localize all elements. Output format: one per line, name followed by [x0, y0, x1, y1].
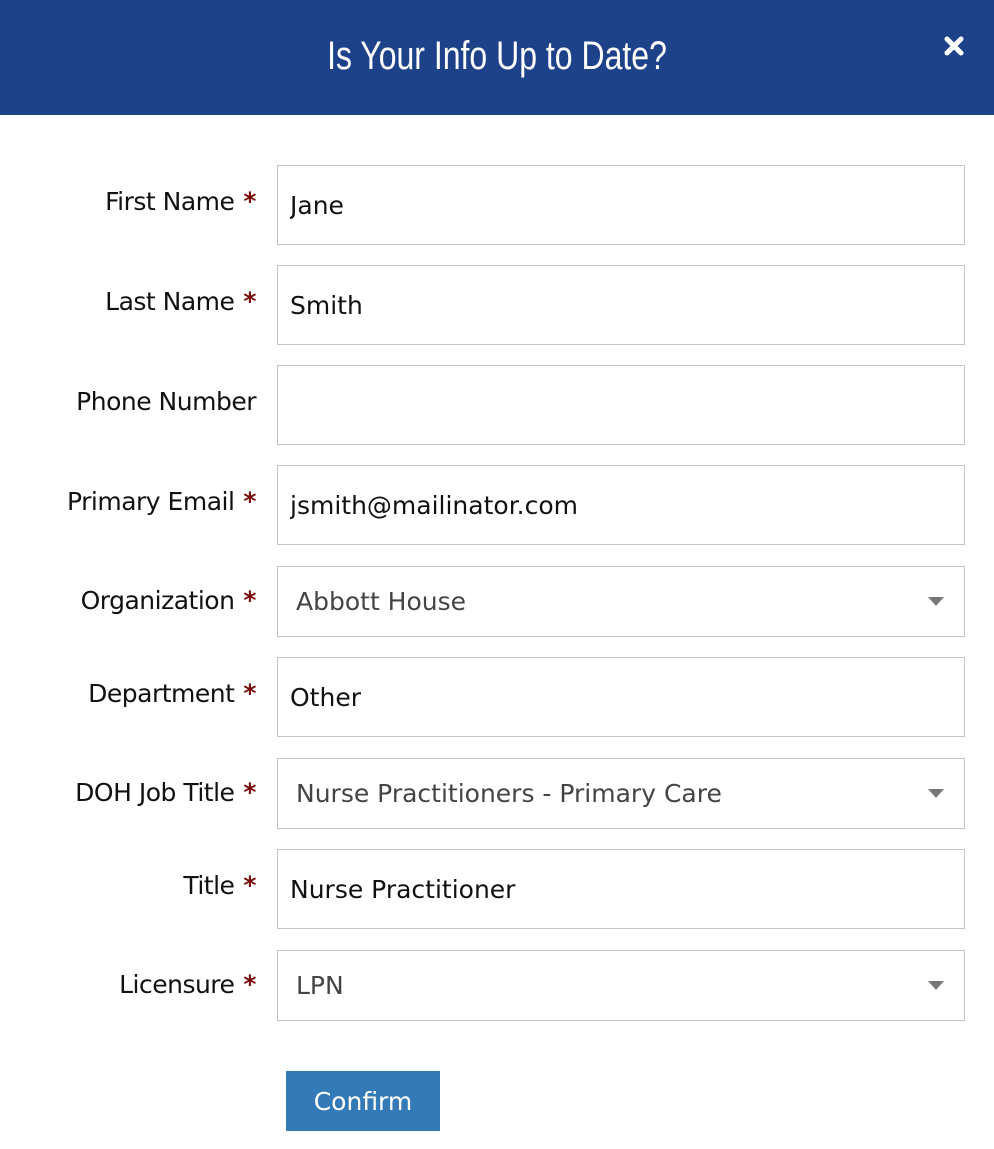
primary-email-input[interactable]: [277, 465, 965, 545]
title-row: Title *: [0, 849, 994, 929]
doh-job-title-selected-value: Nurse Practitioners - Primary Care: [296, 779, 722, 808]
required-marker: *: [243, 679, 256, 708]
caret-down-icon: [928, 597, 944, 606]
required-marker: *: [243, 871, 256, 900]
licensure-row: Licensure * LPN: [0, 950, 994, 1021]
required-marker: *: [243, 586, 256, 615]
required-marker: *: [243, 778, 256, 807]
last-name-row: Last Name *: [0, 265, 994, 345]
required-marker: *: [243, 287, 256, 316]
close-icon: [944, 36, 964, 56]
confirm-button[interactable]: Confirm: [286, 1071, 440, 1131]
primary-email-row: Primary Email *: [0, 465, 994, 545]
doh-job-title-row: DOH Job Title * Nurse Practitioners - Pri…: [0, 758, 994, 829]
close-button[interactable]: [940, 30, 968, 60]
primary-email-label: Primary Email *: [67, 487, 256, 516]
first-name-input[interactable]: [277, 165, 965, 245]
caret-down-icon: [928, 789, 944, 798]
organization-label: Organization *: [80, 586, 257, 615]
required-marker: *: [243, 970, 256, 999]
licensure-selected-value: LPN: [296, 971, 344, 1000]
first-name-row: First Name *: [0, 165, 994, 245]
modal-title: Is Your Info Up to Date?: [327, 34, 667, 78]
phone-number-input[interactable]: [277, 365, 965, 445]
phone-number-label: Phone Number: [76, 387, 256, 416]
required-marker: *: [243, 187, 256, 216]
first-name-label: First Name *: [105, 187, 256, 216]
last-name-input[interactable]: [277, 265, 965, 345]
phone-number-row: Phone Number: [0, 365, 994, 445]
modal-header: Is Your Info Up to Date?: [0, 0, 994, 115]
last-name-label: Last Name *: [105, 287, 256, 316]
department-input[interactable]: [277, 657, 965, 737]
licensure-select[interactable]: LPN: [277, 950, 965, 1021]
caret-down-icon: [928, 981, 944, 990]
licensure-label: Licensure *: [119, 970, 256, 999]
department-label: Department *: [88, 679, 256, 708]
organization-select[interactable]: Abbott House: [277, 566, 965, 637]
title-input[interactable]: [277, 849, 965, 929]
required-marker: *: [243, 487, 256, 516]
organization-row: Organization * Abbott House: [0, 566, 994, 637]
doh-job-title-select[interactable]: Nurse Practitioners - Primary Care: [277, 758, 965, 829]
department-row: Department *: [0, 657, 994, 737]
doh-job-title-label: DOH Job Title *: [75, 778, 256, 807]
title-label: Title *: [183, 871, 256, 900]
organization-selected-value: Abbott House: [296, 587, 467, 616]
